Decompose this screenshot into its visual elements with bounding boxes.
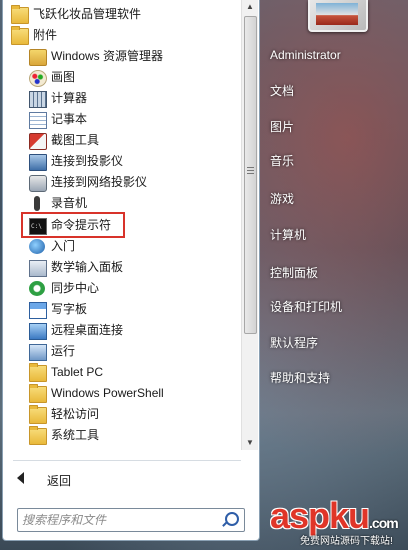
program-snipping-tool[interactable]: 截图工具: [3, 130, 241, 151]
paint-icon: [29, 70, 47, 87]
program-label: 写字板: [51, 302, 88, 316]
documents-link[interactable]: 文档: [270, 82, 294, 99]
program-sound-recorder[interactable]: 录音机: [3, 193, 241, 214]
watermark-tagline: 免费网站源码下载站!: [300, 536, 393, 547]
notepad-icon: [29, 112, 47, 129]
folder-system-tools[interactable]: 系统工具: [3, 425, 241, 446]
program-network-projector[interactable]: 连接到网络投影仪: [3, 172, 241, 193]
snipping-tool-icon: [29, 133, 47, 150]
highlight-box: [21, 212, 125, 238]
divider: [13, 460, 241, 461]
back-button[interactable]: 返回: [3, 468, 241, 490]
user-name-link[interactable]: Administrator: [270, 48, 341, 62]
scrollbar[interactable]: ▲ ▼: [241, 0, 258, 450]
folder-feiyue[interactable]: 飞跃化妆品管理软件: [3, 4, 241, 25]
all-programs-list: 飞跃化妆品管理软件 附件 Windows 资源管理器 画图 计算器 记事本 截图…: [3, 0, 241, 450]
program-label: 录音机: [51, 196, 88, 210]
remote-desktop-icon: [29, 323, 47, 340]
program-label: 远程桌面连接: [51, 323, 124, 337]
computer-link[interactable]: 计算机: [270, 226, 306, 243]
explorer-icon: [29, 49, 47, 66]
grip-icon: [247, 167, 254, 175]
folder-label: 飞跃化妆品管理软件: [33, 7, 142, 21]
program-label: 截图工具: [51, 133, 100, 147]
watermark-suffix: .com: [369, 515, 399, 531]
calculator-icon: [29, 91, 47, 108]
back-arrow-icon: [17, 472, 24, 484]
scrollbar-thumb[interactable]: [244, 16, 257, 334]
program-wordpad[interactable]: 写字板: [3, 299, 241, 320]
folder-tablet-pc[interactable]: Tablet PC: [3, 362, 241, 383]
getting-started-icon: [29, 239, 45, 254]
folder-label: Windows PowerShell: [51, 386, 164, 400]
folder-icon: [29, 405, 47, 424]
program-label: Windows 资源管理器: [51, 49, 164, 63]
sync-center-icon: [29, 281, 45, 296]
program-label: 画图: [51, 70, 76, 84]
search-input[interactable]: [20, 510, 220, 530]
program-label: 数学输入面板: [51, 260, 124, 274]
projector-icon: [29, 154, 47, 171]
folder-icon: [29, 426, 47, 445]
default-programs-link[interactable]: 默认程序: [270, 334, 318, 351]
folder-label: Tablet PC: [51, 365, 104, 379]
math-input-icon: [29, 260, 47, 277]
music-link[interactable]: 音乐: [270, 152, 294, 169]
start-menu-right-pane: Administrator 文档 图片 音乐 游戏 计算机 控制面板 设备和打印…: [260, 0, 408, 550]
devices-printers-link[interactable]: 设备和打印机: [270, 298, 342, 315]
games-link[interactable]: 游戏: [270, 190, 294, 207]
start-menu-programs-panel: 飞跃化妆品管理软件 附件 Windows 资源管理器 画图 计算器 记事本 截图…: [2, 0, 260, 541]
folder-icon: [29, 384, 47, 403]
program-label: 记事本: [51, 112, 88, 126]
folder-icon: [11, 26, 29, 45]
program-explorer[interactable]: Windows 资源管理器: [3, 46, 241, 67]
pictures-link[interactable]: 图片: [270, 118, 294, 135]
program-paint[interactable]: 画图: [3, 67, 241, 88]
folder-label: 轻松访问: [51, 407, 100, 421]
wordpad-icon: [29, 302, 47, 319]
folder-icon: [11, 5, 29, 24]
program-run[interactable]: 运行: [3, 341, 241, 362]
network-projector-icon: [29, 175, 47, 192]
program-remote-desktop[interactable]: 远程桌面连接: [3, 320, 241, 341]
program-calculator[interactable]: 计算器: [3, 88, 241, 109]
help-support-link[interactable]: 帮助和支持: [270, 369, 330, 386]
program-projector[interactable]: 连接到投影仪: [3, 151, 241, 172]
microphone-icon: [34, 196, 40, 211]
program-label: 入门: [51, 239, 76, 253]
run-icon: [29, 344, 47, 361]
scroll-down-icon[interactable]: ▼: [242, 436, 258, 450]
program-sync-center[interactable]: 同步中心: [3, 278, 241, 299]
folder-accessories[interactable]: 附件: [3, 25, 241, 46]
folder-windows-powershell[interactable]: Windows PowerShell: [3, 383, 241, 404]
folder-icon: [29, 363, 47, 382]
control-panel-link[interactable]: 控制面板: [270, 264, 318, 281]
program-label: 计算器: [51, 91, 88, 105]
folder-label: 系统工具: [51, 428, 100, 442]
scroll-up-icon[interactable]: ▲: [242, 0, 258, 14]
avatar-picture: [316, 3, 358, 25]
watermark-logo-text: aspku: [270, 495, 370, 536]
back-label: 返回: [47, 474, 72, 488]
folder-label: 附件: [33, 28, 58, 42]
program-label: 连接到网络投影仪: [51, 175, 148, 189]
program-label: 同步中心: [51, 281, 100, 295]
search-box[interactable]: [17, 508, 245, 532]
folder-ease-of-access[interactable]: 轻松访问: [3, 404, 241, 425]
search-icon[interactable]: [225, 512, 239, 526]
program-label: 连接到投影仪: [51, 154, 124, 168]
program-label: 运行: [51, 344, 76, 358]
program-notepad[interactable]: 记事本: [3, 109, 241, 130]
program-math-input[interactable]: 数学输入面板: [3, 257, 241, 278]
avatar[interactable]: [308, 0, 368, 32]
program-getting-started[interactable]: 入门: [3, 236, 241, 257]
